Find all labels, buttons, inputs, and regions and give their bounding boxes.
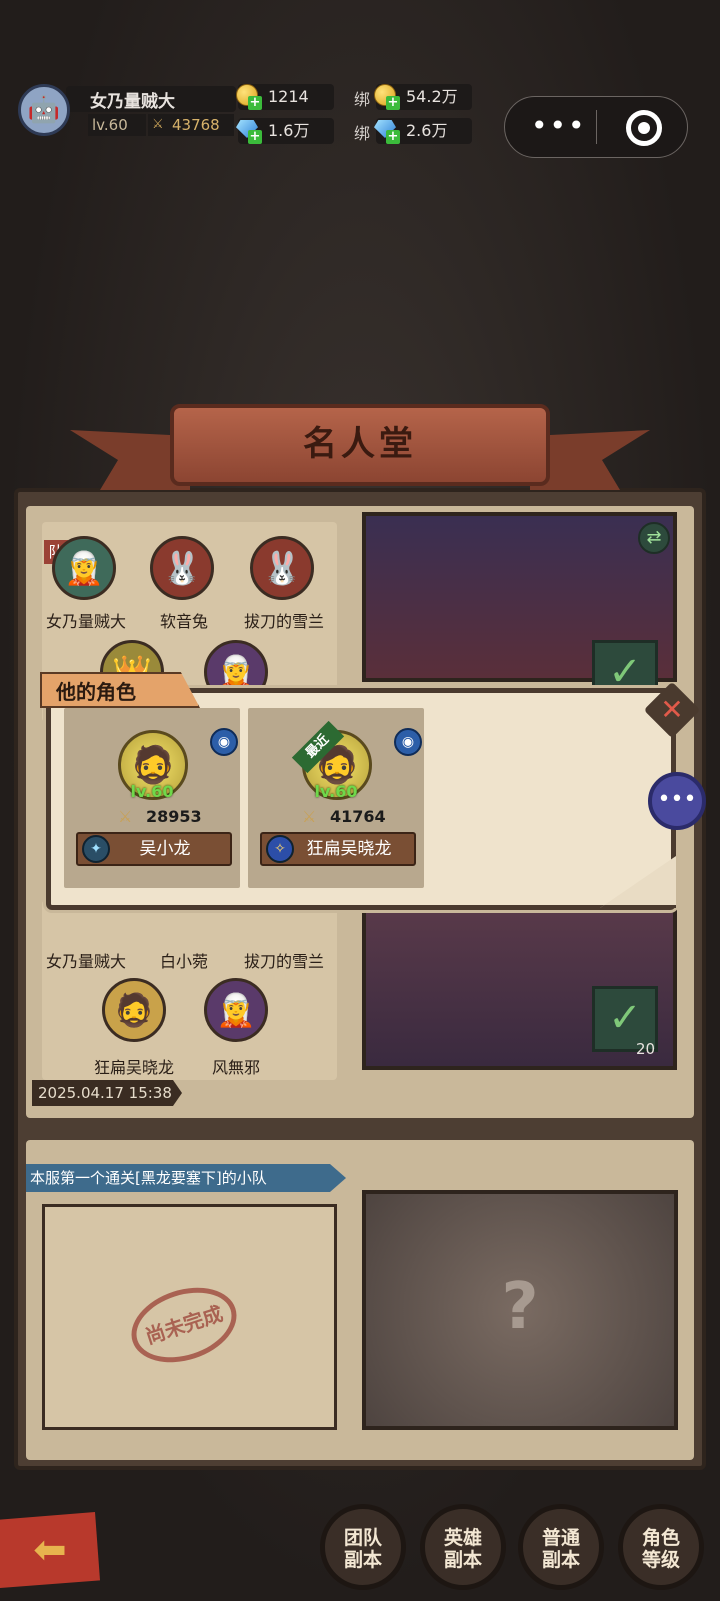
page-title: 名人堂 [303,424,417,464]
popup-title: 他的角色 [56,680,136,704]
capsule-divider [596,110,597,144]
nav-character-level[interactable]: 角色 等级 [618,1504,704,1590]
crossed-swords-icon: ⚔ [152,117,164,132]
nav-label: 英雄 [443,1527,482,1549]
character-power: 28953 [146,807,202,826]
team1-member-name: 女乃量贼大 [45,612,126,631]
crossed-swords-icon: ⚔ [118,807,133,826]
nav-normal-dungeon[interactable]: 普通 副本 [518,1504,604,1590]
close-icon[interactable]: ✕ [652,690,692,730]
nav-label: 角色 [641,1527,680,1549]
nav-label: 副本 [541,1549,580,1571]
nav-label: 团队 [343,1527,382,1549]
nav-label: 等级 [641,1549,680,1571]
bound-gold-label: 绑 [354,90,371,109]
team2-member-avatar[interactable]: 🧔 [102,978,166,1042]
team2-member-avatar[interactable]: 🧝 [204,978,268,1042]
crossed-swords-icon: ⚔ [302,807,317,826]
chat-bubble-button[interactable]: ••• [648,772,706,830]
team-panel-2 [42,900,337,1080]
team2-member-name: 女乃量贼大 [45,952,126,971]
player-name: 女乃量贼大 [90,92,175,112]
bound-gem-label: 绑 [354,124,371,143]
close-miniprogram-button[interactable] [626,110,662,146]
nav-hero-dungeon[interactable]: 英雄 副本 [420,1504,506,1590]
nav-label: 副本 [443,1549,482,1571]
team2-member-name: 风無邪 [211,1058,260,1077]
view-eye-icon[interactable]: ◉ [394,728,422,756]
record-date: 2025.04.17 15:38 [32,1080,182,1106]
nav-label: 副本 [343,1549,382,1571]
nav-team-dungeon[interactable]: 团队 副本 [320,1504,406,1590]
nav-label: 普通 [541,1527,580,1549]
section-title: 本服第一个通关[黑龙要塞下]的小队 [26,1164,346,1192]
more-menu-button[interactable]: ••• [531,108,587,144]
team2-member-name: 狂扁吴晓龙 [93,1058,174,1077]
add-bound-gold-button[interactable]: + [386,96,400,110]
class-shuriken-icon: ✦ [82,835,110,863]
character-power: 41764 [330,807,386,826]
add-gem-button[interactable]: + [248,130,262,144]
like-count: 20 [636,1040,656,1058]
add-gold-button[interactable]: + [248,96,262,110]
swap-icon[interactable]: ⇄ [638,522,670,554]
player-info[interactable]: 🤖 女乃量贼大 lv.60 43768 ⚔ [18,84,236,140]
add-bound-gem-button[interactable]: + [386,130,400,144]
class-staff-icon: ✧ [266,835,294,863]
view-eye-icon[interactable]: ◉ [210,728,238,756]
character-level: lv.60 [130,782,174,801]
team2-member-name: 拔刀的雪兰 [243,952,324,971]
team1-member-avatar[interactable]: 🧝 [52,536,116,600]
question-mark-icon: ? [501,1270,539,1344]
team1-member-avatar[interactable]: 🐰 [250,536,314,600]
character-level: lv.60 [314,782,358,801]
team1-member-name: 拔刀的雪兰 [243,612,324,631]
back-button[interactable]: ⬅ [0,1512,100,1588]
player-level: lv.60 [88,114,146,136]
team1-member-avatar[interactable]: 🐰 [150,536,214,600]
team1-member-name: 软音兔 [159,612,208,631]
player-avatar[interactable]: 🤖 [18,84,70,136]
team2-member-name: 白小菀 [159,952,208,971]
